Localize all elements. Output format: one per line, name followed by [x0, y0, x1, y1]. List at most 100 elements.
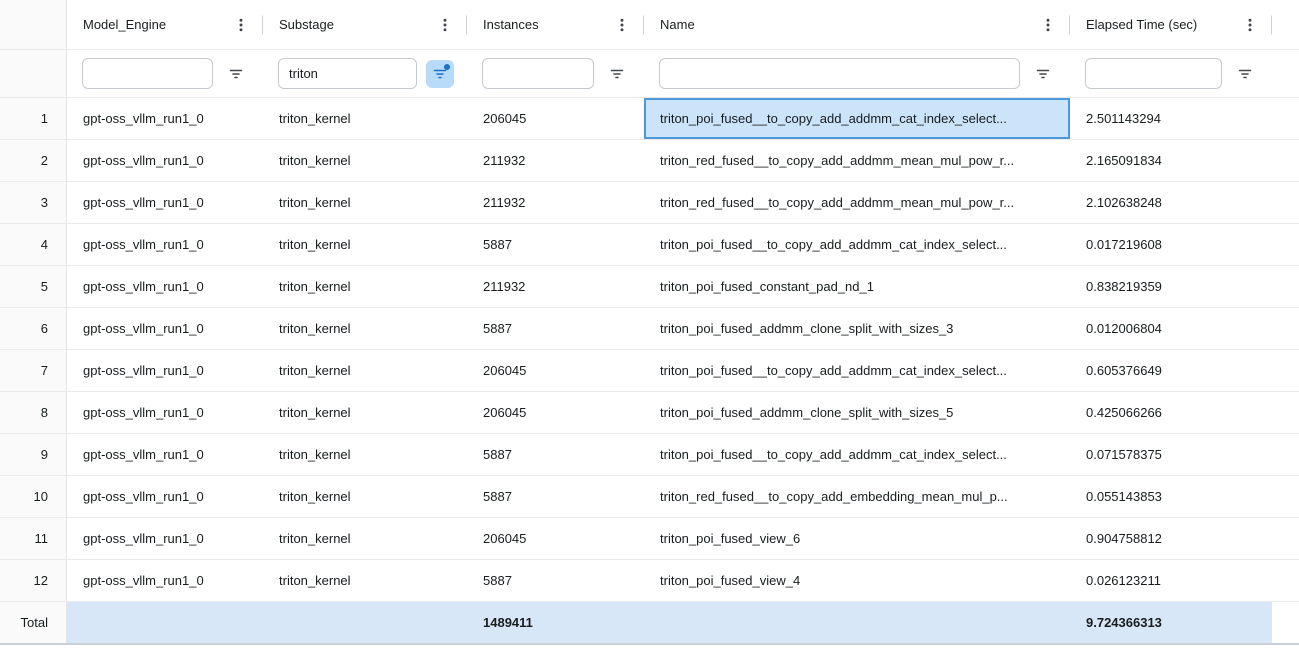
cell-name[interactable]: triton_poi_fused_addmm_clone_split_with_…: [644, 308, 1070, 349]
header-filler: [1272, 0, 1299, 49]
cell-name[interactable]: triton_red_fused__to_copy_add_addmm_mean…: [644, 140, 1070, 181]
filter-icon[interactable]: [603, 60, 631, 88]
cell-elapsed-time-sec[interactable]: 2.102638248: [1070, 182, 1272, 223]
column-menu-kebab-icon[interactable]: [1240, 14, 1260, 36]
cell-substage[interactable]: triton_kernel: [263, 518, 467, 559]
cell-substage[interactable]: triton_kernel: [263, 182, 467, 223]
cell-instances[interactable]: 5887: [467, 308, 644, 349]
cell-elapsed-time-sec[interactable]: 0.605376649: [1070, 350, 1272, 391]
cell-instances[interactable]: 211932: [467, 266, 644, 307]
cell-name[interactable]: triton_poi_fused_view_6: [644, 518, 1070, 559]
row-number: 11: [0, 518, 67, 559]
table-row: 9gpt-oss_vllm_run1_0triton_kernel5887tri…: [0, 434, 1299, 476]
cell-elapsed-time-sec[interactable]: 2.501143294: [1070, 98, 1272, 139]
cell-instances[interactable]: 206045: [467, 350, 644, 391]
cell-substage[interactable]: triton_kernel: [263, 266, 467, 307]
cell-elapsed-time-sec[interactable]: 0.012006804: [1070, 308, 1272, 349]
row-filler: [1272, 518, 1299, 559]
cell-substage[interactable]: triton_kernel: [263, 350, 467, 391]
table-row: 1gpt-oss_vllm_run1_0triton_kernel206045t…: [0, 98, 1299, 140]
cell-name[interactable]: triton_poi_fused__to_copy_add_addmm_cat_…: [644, 434, 1070, 475]
cell-model-engine[interactable]: gpt-oss_vllm_run1_0: [67, 560, 263, 601]
row-number: 12: [0, 560, 67, 601]
column-header-label: Model_Engine: [83, 17, 166, 32]
row-filler: [1272, 476, 1299, 517]
cell-elapsed-time-sec[interactable]: 0.026123211: [1070, 560, 1272, 601]
cell-name[interactable]: triton_red_fused__to_copy_add_embedding_…: [644, 476, 1070, 517]
cell-model-engine[interactable]: gpt-oss_vllm_run1_0: [67, 518, 263, 559]
column-header-instances[interactable]: Instances: [467, 0, 644, 49]
cell-name[interactable]: triton_poi_fused_constant_pad_nd_1: [644, 266, 1070, 307]
cell-substage[interactable]: triton_kernel: [263, 392, 467, 433]
column-menu-kebab-icon[interactable]: [1038, 14, 1058, 36]
row-filler: [1272, 140, 1299, 181]
model-engine-filter-input[interactable]: [82, 58, 213, 89]
cell-instances[interactable]: 211932: [467, 140, 644, 181]
cell-name[interactable]: triton_poi_fused__to_copy_add_addmm_cat_…: [644, 224, 1070, 265]
filter-active-icon[interactable]: [426, 60, 454, 88]
cell-elapsed-time-sec[interactable]: 0.071578375: [1070, 434, 1272, 475]
row-number: 6: [0, 308, 67, 349]
cell-substage[interactable]: triton_kernel: [263, 98, 467, 139]
table-row: 3gpt-oss_vllm_run1_0triton_kernel211932t…: [0, 182, 1299, 224]
cell-substage[interactable]: triton_kernel: [263, 308, 467, 349]
name-filter-input[interactable]: [659, 58, 1020, 89]
instances-filter-input[interactable]: [482, 58, 594, 89]
cell-instances[interactable]: 5887: [467, 224, 644, 265]
cell-model-engine[interactable]: gpt-oss_vllm_run1_0: [67, 266, 263, 307]
column-header-model-engine[interactable]: Model_Engine: [67, 0, 263, 49]
table-row: 6gpt-oss_vllm_run1_0triton_kernel5887tri…: [0, 308, 1299, 350]
cell-substage[interactable]: triton_kernel: [263, 140, 467, 181]
cell-elapsed-time-sec[interactable]: 0.425066266: [1070, 392, 1272, 433]
table-row: 12gpt-oss_vllm_run1_0triton_kernel5887tr…: [0, 560, 1299, 602]
column-resize-handle[interactable]: [1271, 15, 1272, 34]
cell-instances[interactable]: 206045: [467, 518, 644, 559]
cell-substage[interactable]: triton_kernel: [263, 224, 467, 265]
cell-instances[interactable]: 5887: [467, 476, 644, 517]
selected-cell-name[interactable]: triton_poi_fused__to_copy_add_addmm_cat_…: [644, 98, 1070, 139]
cell-substage[interactable]: triton_kernel: [263, 476, 467, 517]
cell-substage[interactable]: triton_kernel: [263, 560, 467, 601]
cell-model-engine[interactable]: gpt-oss_vllm_run1_0: [67, 98, 263, 139]
cell-name[interactable]: triton_poi_fused_view_4: [644, 560, 1070, 601]
cell-model-engine[interactable]: gpt-oss_vllm_run1_0: [67, 350, 263, 391]
cell-name[interactable]: triton_poi_fused__to_copy_add_addmm_cat_…: [644, 350, 1070, 391]
filter-icon[interactable]: [222, 60, 250, 88]
row-number: 7: [0, 350, 67, 391]
column-header-substage[interactable]: Substage: [263, 0, 467, 49]
cell-instances[interactable]: 5887: [467, 434, 644, 475]
filter-icon[interactable]: [1029, 60, 1057, 88]
row-filler: [1272, 560, 1299, 601]
cell-name[interactable]: triton_red_fused__to_copy_add_addmm_mean…: [644, 182, 1070, 223]
column-menu-kebab-icon[interactable]: [612, 14, 632, 36]
cell-elapsed-time-sec[interactable]: 0.838219359: [1070, 266, 1272, 307]
cell-instances[interactable]: 5887: [467, 560, 644, 601]
substage-filter-input[interactable]: [278, 58, 417, 89]
filter-icon[interactable]: [1231, 60, 1259, 88]
cell-model-engine[interactable]: gpt-oss_vllm_run1_0: [67, 182, 263, 223]
cell-name[interactable]: triton_poi_fused_addmm_clone_split_with_…: [644, 392, 1070, 433]
column-menu-kebab-icon[interactable]: [231, 14, 251, 36]
header-corner-cell: [0, 0, 67, 49]
cell-elapsed-time-sec[interactable]: 0.904758812: [1070, 518, 1272, 559]
cell-elapsed-time-sec[interactable]: 0.017219608: [1070, 224, 1272, 265]
table-row: 2gpt-oss_vllm_run1_0triton_kernel211932t…: [0, 140, 1299, 182]
elapsed-time-sec-filter-input[interactable]: [1085, 58, 1222, 89]
cell-model-engine[interactable]: gpt-oss_vllm_run1_0: [67, 392, 263, 433]
cell-elapsed-time-sec[interactable]: 2.165091834: [1070, 140, 1272, 181]
filter-active-dot: [444, 64, 450, 70]
cell-model-engine[interactable]: gpt-oss_vllm_run1_0: [67, 224, 263, 265]
cell-elapsed-time-sec[interactable]: 0.055143853: [1070, 476, 1272, 517]
column-header-name[interactable]: Name: [644, 0, 1070, 49]
cell-model-engine[interactable]: gpt-oss_vllm_run1_0: [67, 434, 263, 475]
cell-instances[interactable]: 211932: [467, 182, 644, 223]
column-menu-kebab-icon[interactable]: [435, 14, 455, 36]
cell-model-engine[interactable]: gpt-oss_vllm_run1_0: [67, 476, 263, 517]
cell-model-engine[interactable]: gpt-oss_vllm_run1_0: [67, 308, 263, 349]
cell-instances[interactable]: 206045: [467, 98, 644, 139]
cell-substage[interactable]: triton_kernel: [263, 434, 467, 475]
cell-model-engine[interactable]: gpt-oss_vllm_run1_0: [67, 140, 263, 181]
data-grid: Model_Engine SubstageInstancesNameElapsed…: [0, 0, 1299, 645]
cell-instances[interactable]: 206045: [467, 392, 644, 433]
column-header-elapsed-time-sec[interactable]: Elapsed Time (sec): [1070, 0, 1272, 49]
